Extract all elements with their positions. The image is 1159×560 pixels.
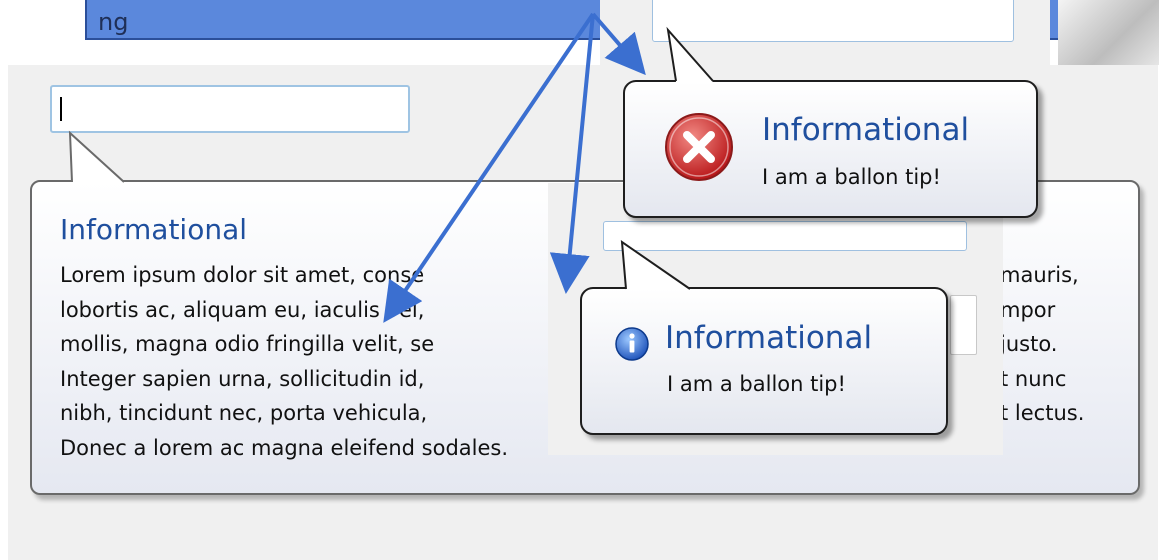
arrow-to-info-balloon: [549, 13, 595, 294]
arrow-to-error-balloon: [591, 12, 646, 76]
annotation-arrows: [383, 12, 646, 323]
arrow-to-body-text: [383, 12, 595, 323]
